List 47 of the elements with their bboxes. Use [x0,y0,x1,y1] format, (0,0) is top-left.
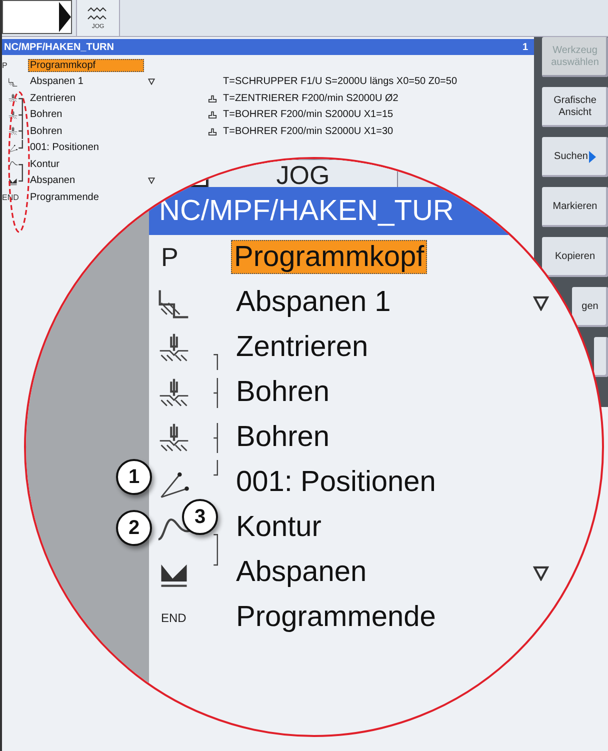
expand-icon[interactable] [533,564,549,580]
softkey[interactable]: Grafische Ansicht [542,87,608,127]
softkey[interactable]: Kopieren [542,237,608,277]
expand-icon[interactable] [148,177,155,184]
program-block[interactable]: Zentrieren [28,92,78,105]
stepped-hatch-icon [8,76,18,88]
block-mark: P [161,242,178,273]
program-block[interactable]: Bohren [28,108,64,122]
program-block[interactable]: Programmende [233,600,439,634]
program-block[interactable]: Zentrieren [233,330,372,364]
block-mark: END [161,610,186,624]
drill-icon [8,108,18,121]
block-parameters: T=SCHRUPPER F1/U S=2000U längs X0=50 Z0=50 [223,76,458,88]
chevron-icon [59,2,71,32]
expand-icon[interactable] [533,294,549,310]
program-block[interactable]: Programmkopf [231,240,428,274]
program-block[interactable]: Bohren [28,124,64,138]
back-tab[interactable] [2,0,72,34]
program-block[interactable]: Abspanen 1 [233,285,394,319]
program-block[interactable]: Bohren [233,375,333,409]
program-block[interactable]: Abspanen [233,555,370,589]
softkey[interactable]: gen [572,287,608,327]
program-path: NC/MPF/HAKEN_TURN [4,42,114,52]
program-block[interactable]: Bohren [233,420,333,454]
block-mark: END [2,192,18,202]
expand-icon[interactable] [148,78,155,86]
program-block[interactable]: Abspanen 1 [28,75,86,88]
block-parameters: T=BOHRER F200/min S2000U X1=30 [223,126,394,137]
program-block[interactable]: Programmkopf [28,58,144,72]
program-block[interactable]: 001: Positionen [28,141,101,154]
block-parameters: T=ZENTRIERER F200/min S2000U Ø2 [223,92,398,104]
callout-number: 3 [182,499,218,535]
program-block[interactable]: Kontur [233,510,324,544]
program-block[interactable]: Kontur [28,158,62,171]
softkey[interactable]: Suchen [542,137,608,177]
program-path: NC/MPF/HAKEN_TUR [159,194,454,228]
block-mark: P [2,60,8,70]
drill-icon [8,125,18,138]
softkey[interactable]: Markieren [542,187,608,227]
program-block[interactable]: Abspanen [28,174,78,188]
drill-icon [8,92,18,104]
program-block[interactable]: 001: Positionen [233,465,439,499]
jog-tab[interactable]: JOG [208,159,398,187]
program-number: 1 [522,42,528,52]
block-parameters: T=BOHRER F200/min S2000U X1=15 [223,109,394,120]
program-block[interactable]: Programmende [28,190,101,204]
wave-icon [87,6,109,22]
